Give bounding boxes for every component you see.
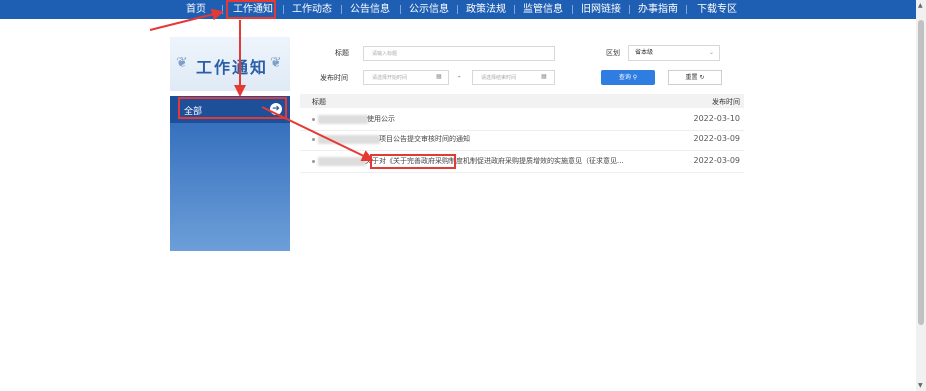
nav-download[interactable]: 下载专区 [697,0,737,19]
column-header-title: 标题 [312,98,326,106]
redacted-text [318,157,366,166]
bullet-icon [312,138,315,141]
nav-separator [457,5,458,14]
refresh-icon: ↻ [699,74,705,81]
calendar-icon[interactable]: ▦ [436,73,442,80]
bullet-icon [312,118,315,121]
region-select[interactable]: 省本级 ⌄ [628,45,720,61]
nav-work-news[interactable]: 工作动态 [292,0,332,19]
table-header: 标题 发布时间 [300,94,744,108]
highlight-box-sidebar [178,97,287,119]
bullet-icon [312,160,315,163]
date-filter-label: 发布时间 [320,74,348,82]
nav-old-site[interactable]: 旧网链接 [581,0,621,19]
nav-home[interactable]: 首页 [186,0,206,19]
decoration-right-icon: ❦ [270,55,282,71]
region-label: 区划 [606,49,620,57]
table-row[interactable]: 项目公告提交审核时间的通知 2022-03-09 [300,130,744,151]
sidebar-menu: 全部 ➔ [170,96,290,251]
nav-supervision[interactable]: 监管信息 [523,0,563,19]
title-filter-label: 标题 [335,49,349,57]
calendar-icon[interactable]: ▦ [541,73,547,80]
top-navigation: 首页 工作通知 工作动态 公告信息 公示信息 政策法规 监管信息 旧网链接 办事… [0,0,916,19]
table-row[interactable]: 关于对《关于完善政府采购制度机制促进政府采购提质增效的实施意见（征求意见... … [300,152,744,173]
query-button-label: 查询 [618,74,631,81]
scroll-up-icon[interactable]: ▲ [918,2,923,9]
column-header-date: 发布时间 [712,98,740,106]
nav-separator [400,5,401,14]
nav-separator [686,5,687,14]
row-title[interactable]: 项目公告提交审核时间的通知 [379,134,470,144]
row-title[interactable]: 使用公示 [367,114,395,124]
row-date: 2022-03-09 [693,156,741,165]
nav-separator [341,5,342,14]
search-icon: ⚲ [632,74,638,81]
nav-separator [283,5,284,14]
nav-separator [629,5,630,14]
redacted-text [318,115,368,124]
row-date: 2022-03-10 [693,114,741,123]
sidebar-title-panel: ❦ 工作通知 ❦ [170,37,290,91]
reset-button-label: 重置 [685,74,698,81]
vertical-scrollbar[interactable]: ▲ ▼ [916,0,926,391]
redacted-text [318,135,380,144]
row-date: 2022-03-09 [693,134,741,143]
highlight-box-row [370,154,456,169]
date-range-separator: - [458,73,461,81]
query-button[interactable]: 查询 ⚲ [601,70,655,85]
title-search-input[interactable]: 请输入标题 [363,46,555,61]
decoration-left-icon: ❦ [176,55,188,71]
highlight-box-nav [226,0,276,19]
region-select-value: 省本级 [635,49,654,56]
nav-policy[interactable]: 政策法规 [466,0,506,19]
nav-separator [572,5,573,14]
nav-publicity[interactable]: 公示信息 [409,0,449,19]
reset-button[interactable]: 重置 ↻ [668,70,722,85]
table-row[interactable]: 使用公示 2022-03-10 [300,110,744,131]
nav-separator [514,5,515,14]
nav-separator [222,5,223,14]
sidebar-title: 工作通知 [196,58,269,77]
nav-announcement[interactable]: 公告信息 [350,0,390,19]
scroll-down-icon[interactable]: ▼ [918,382,923,389]
chevron-down-icon: ⌄ [708,49,714,56]
nav-guide[interactable]: 办事指南 [638,0,678,19]
scrollbar-thumb[interactable] [918,20,924,325]
